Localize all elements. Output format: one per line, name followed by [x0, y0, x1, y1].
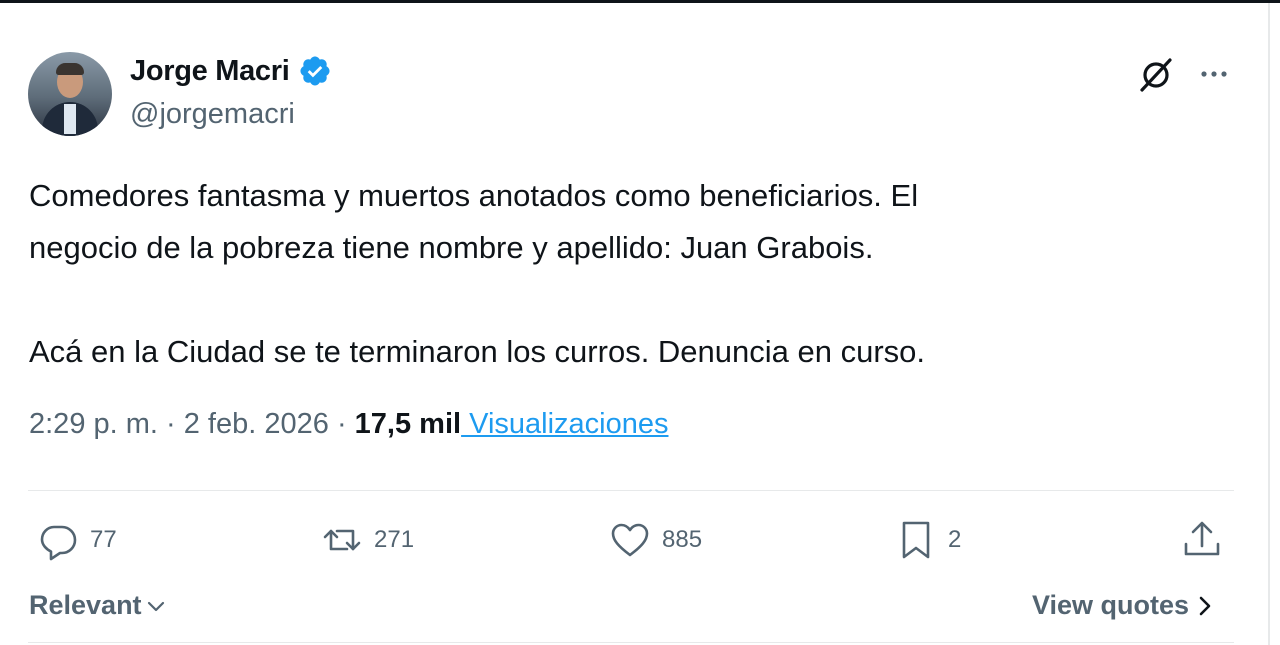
meta-separator: ·: [157, 408, 184, 440]
bookmark-count: 2: [948, 526, 962, 553]
divider: [28, 642, 1234, 643]
grok-icon[interactable]: [1136, 54, 1176, 94]
heart-icon: [611, 523, 649, 557]
view-quotes-label: View quotes: [1032, 590, 1190, 620]
author-handle[interactable]: @jorgemacri: [130, 98, 295, 131]
reply-count: 77: [90, 526, 117, 553]
like-count: 885: [662, 526, 703, 553]
views-count: 17,5 mil: [354, 408, 462, 440]
view-quotes-link[interactable]: View quotes: [1032, 590, 1213, 621]
views-link[interactable]: Visualizaciones: [461, 408, 668, 440]
verified-badge-icon[interactable]: [298, 54, 332, 88]
repost-count: 271: [374, 526, 415, 553]
avatar-shirt: [64, 104, 76, 134]
tweet-text: Comedores fantasma y muertos anotados co…: [29, 170, 1209, 378]
like-button[interactable]: 885: [608, 518, 702, 562]
avatar[interactable]: [28, 52, 112, 136]
tweet-text-line: Comedores fantasma y muertos anotados co…: [29, 178, 919, 213]
window-top-border: [0, 0, 1280, 3]
tweet-text-line: negocio de la pobreza tiene nombre y ape…: [29, 230, 874, 265]
column-divider: [1268, 3, 1270, 645]
sort-replies-dropdown[interactable]: Relevant: [29, 590, 166, 621]
tweet-time[interactable]: 2:29 p. m.: [29, 408, 158, 440]
author-display-name[interactable]: Jorge Macri: [130, 55, 290, 88]
author-name-row: Jorge Macri: [130, 54, 332, 88]
tweet-text-line: Acá en la Ciudad se te terminaron los cu…: [29, 334, 926, 369]
reply-button[interactable]: 77: [36, 518, 117, 562]
chevron-down-icon: [147, 601, 164, 611]
avatar-hair: [56, 63, 84, 75]
divider: [28, 490, 1234, 491]
more-icon[interactable]: [1194, 56, 1234, 92]
bookmark-button[interactable]: 2: [894, 518, 961, 562]
meta-separator: ·: [328, 408, 355, 440]
repost-icon: [323, 529, 361, 551]
reply-icon: [40, 525, 77, 561]
share-icon: [1184, 521, 1220, 556]
tweet-date[interactable]: 2 feb. 2026: [184, 408, 329, 440]
repost-button[interactable]: 271: [320, 518, 414, 562]
bookmark-icon: [902, 521, 930, 559]
share-button[interactable]: [1180, 518, 1224, 562]
chevron-right-icon: [1199, 596, 1211, 615]
tweet-meta: 2:29 p. m. · 2 feb. 2026 · 17,5 mil Visu…: [29, 408, 669, 441]
sort-label: Relevant: [29, 590, 142, 620]
